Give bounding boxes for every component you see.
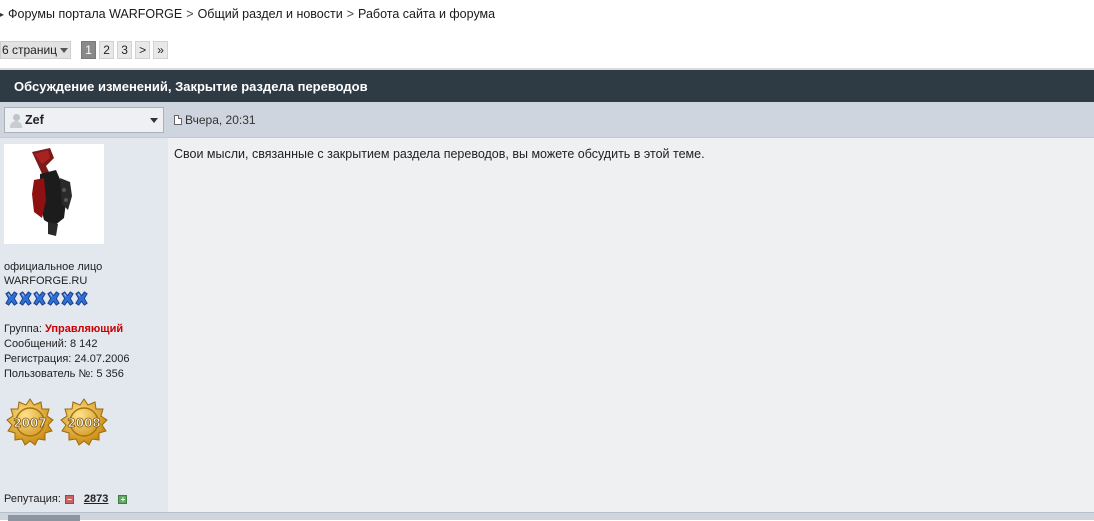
post-date[interactable]: Вчера, 20:31 <box>174 113 256 127</box>
rank-stars <box>4 291 88 306</box>
star-icon <box>5 291 18 306</box>
avatar <box>4 144 104 244</box>
star-icon <box>61 291 74 306</box>
pages-dropdown[interactable]: 6 страниц <box>0 41 72 59</box>
author-name: Zef <box>25 113 44 127</box>
last-page-button[interactable]: » <box>153 41 169 59</box>
page-1-button[interactable]: 1 <box>81 41 97 59</box>
topic-title: Обсуждение изменений, Закрытие раздела п… <box>14 78 368 94</box>
page-3-button[interactable]: 3 <box>117 41 133 59</box>
post-date-text: Вчера, 20:31 <box>185 113 256 127</box>
post-header: Zef Вчера, 20:31 <box>0 102 1094 138</box>
star-icon <box>19 291 32 306</box>
breadcrumb-item-forums[interactable]: Форумы портала WARFORGE <box>8 7 182 21</box>
post-text: Свои мысли, связанные с закрытием раздел… <box>174 147 705 161</box>
user-title: официальное лицо WARFORGE.RU <box>4 260 164 288</box>
user-title-line1: официальное лицо <box>4 261 103 273</box>
next-author-box[interactable] <box>8 515 80 521</box>
medal-2008-icon: 2008 <box>60 398 108 446</box>
medal-2008-label: 2008 <box>67 416 100 430</box>
pages-dropdown-label: 6 страниц <box>2 43 58 57</box>
breadcrumb-item-general[interactable]: Общий раздел и новости <box>198 7 343 21</box>
star-icon <box>47 291 60 306</box>
author-sidebar: официальное лицо WARFORGE.RU Группа: Упр… <box>0 138 168 512</box>
reputation-minus-button[interactable]: − <box>64 494 74 504</box>
star-icon <box>75 291 88 306</box>
chevron-down-icon <box>150 118 158 123</box>
next-post-header <box>0 512 1094 521</box>
group-label: Группа: <box>4 323 42 335</box>
user-group: Группа: Управляющий <box>4 322 129 337</box>
breadcrumb-separator: > <box>346 7 355 21</box>
breadcrumb: ▸ Форумы портала WARFORGE > Общий раздел… <box>0 6 495 22</box>
author-dropdown[interactable]: Zef <box>4 107 164 133</box>
post-link-icon <box>174 115 182 125</box>
reputation-plus-button[interactable]: + <box>118 494 128 504</box>
group-value: Управляющий <box>44 323 124 335</box>
user-registration: Регистрация: 24.07.2006 <box>4 353 130 365</box>
topic-header: Обсуждение изменений, Закрытие раздела п… <box>0 68 1094 102</box>
star-icon <box>33 291 46 306</box>
reputation-value[interactable]: 2873 <box>84 493 108 505</box>
breadcrumb-item-site-work[interactable]: Работа сайта и форума <box>358 7 495 21</box>
user-info: Группа: Управляющий Сообщений: 8 142 Рег… <box>4 322 129 382</box>
page-2-button[interactable]: 2 <box>99 41 115 59</box>
medal-2007-icon: 2007 <box>6 398 54 446</box>
next-page-button[interactable]: > <box>135 41 151 59</box>
user-icon <box>9 112 23 128</box>
medals: 2007 2008 <box>5 397 113 447</box>
user-messages: Сообщений: 8 142 <box>4 338 98 350</box>
user-number: Пользователь №: 5 356 <box>4 368 124 380</box>
chevron-down-icon <box>60 47 69 53</box>
reputation: Репутация: − 2873 + <box>4 493 131 505</box>
breadcrumb-separator: > <box>186 7 194 21</box>
pagination: 6 страниц 1 2 3 > » <box>0 41 169 59</box>
user-title-line2: WARFORGE.RU <box>4 275 88 287</box>
post-body: Свои мысли, связанные с закрытием раздел… <box>168 138 1094 512</box>
avatar-image <box>4 144 104 244</box>
reputation-label: Репутация: <box>4 493 61 505</box>
medal-2007-label: 2007 <box>13 416 46 430</box>
breadcrumb-arrow-icon: ▸ <box>0 9 5 19</box>
